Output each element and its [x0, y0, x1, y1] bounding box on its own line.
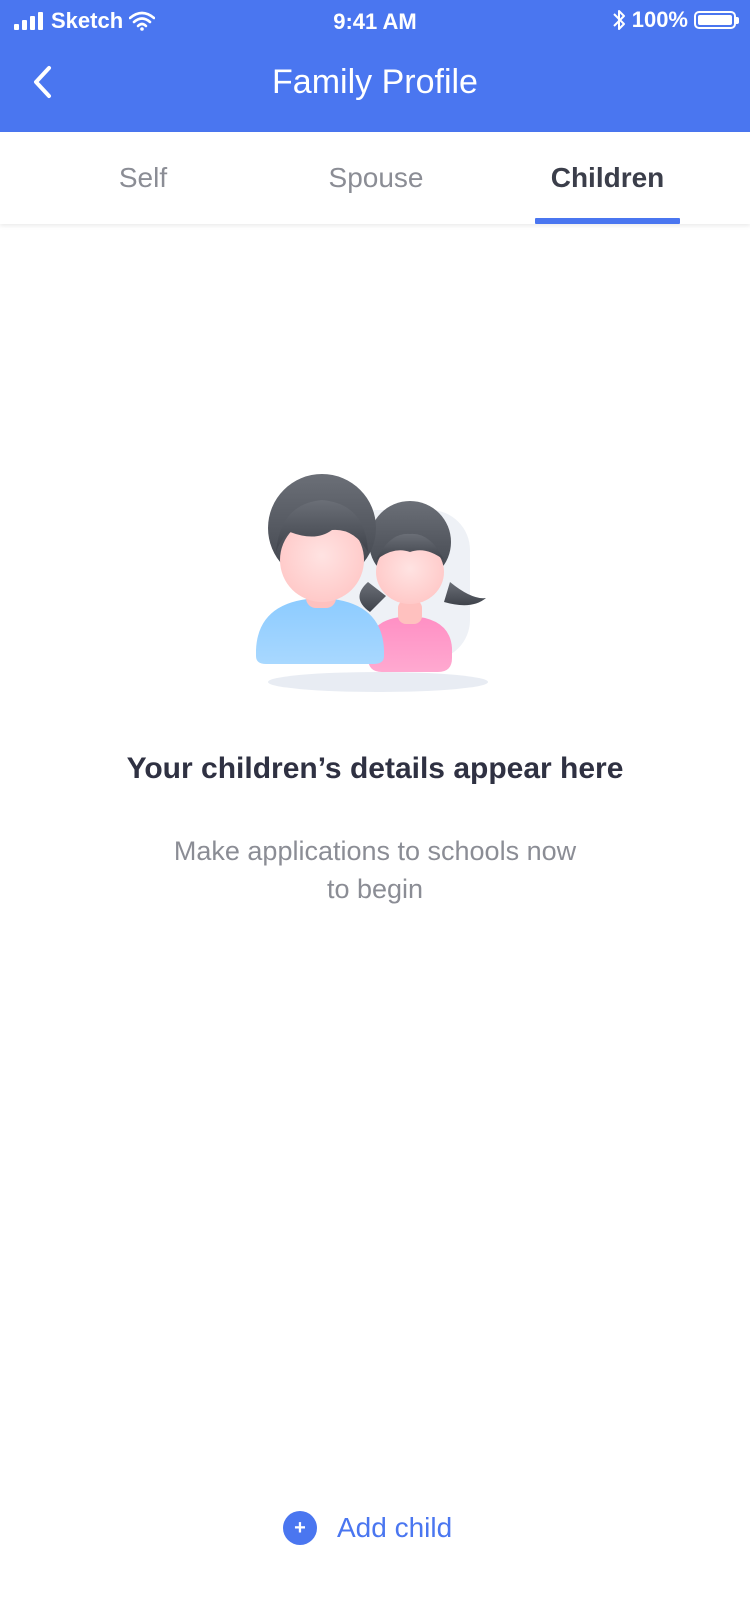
battery-icon — [694, 11, 739, 29]
page-title: Family Profile — [272, 63, 478, 101]
tab-self[interactable]: Self — [60, 132, 226, 224]
empty-state-subtitle-line-2: to begin — [326, 874, 424, 904]
bluetooth-icon — [613, 10, 625, 30]
tab-children[interactable]: Children — [535, 132, 680, 224]
plus-icon: + — [283, 1511, 317, 1545]
active-tab-indicator — [535, 218, 680, 224]
empty-state-subtitle: Make applications to schools now to begi… — [150, 832, 600, 908]
app-header: Sketch 9:41 AM 100% Family Profile — [0, 0, 750, 132]
tab-spouse[interactable]: Spouse — [292, 132, 460, 224]
add-child-button[interactable]: + Add child — [283, 1506, 452, 1550]
tab-bar: Self Spouse Children — [0, 132, 750, 224]
children-illustration — [256, 474, 488, 692]
status-right: 100% — [612, 7, 739, 33]
add-child-label: Add child — [337, 1512, 453, 1543]
status-bar: Sketch 9:41 AM 100% — [0, 0, 750, 44]
empty-state-title: Your children’s details appear here — [126, 752, 624, 785]
empty-state-subtitle-line-1: Make applications to schools now — [173, 836, 577, 866]
battery-percentage: 100% — [631, 7, 688, 32]
